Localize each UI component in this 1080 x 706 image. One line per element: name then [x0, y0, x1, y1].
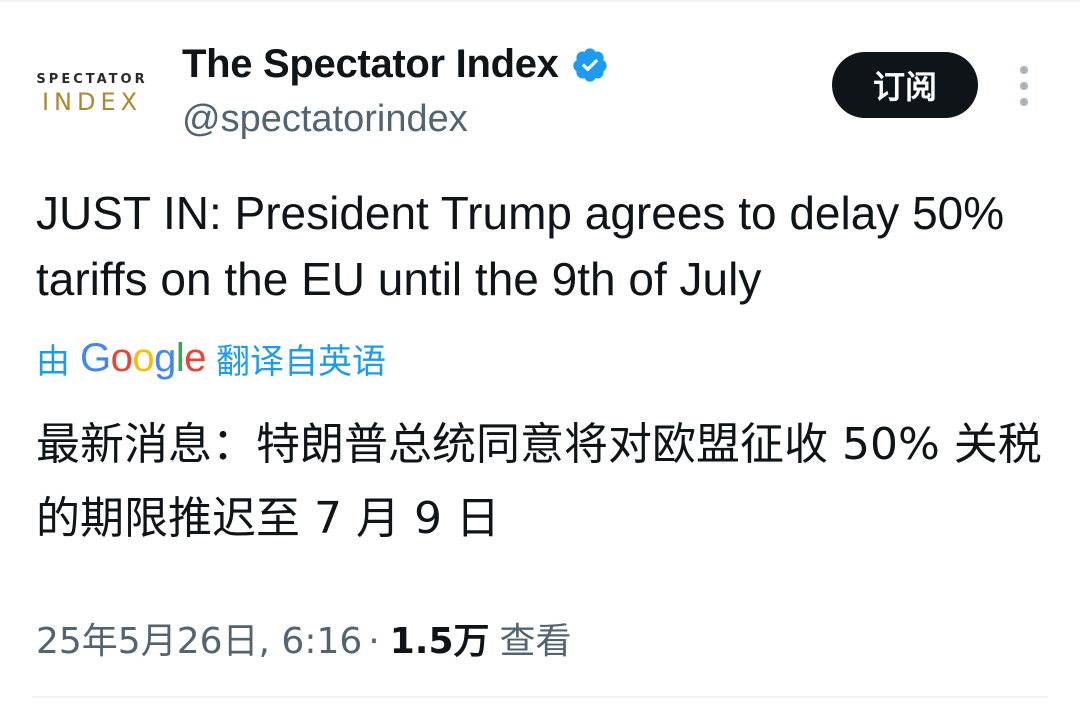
- translate-prefix: 由: [36, 342, 70, 382]
- subscribe-button[interactable]: 订阅: [832, 52, 978, 118]
- avatar-text-bottom: INDEX: [41, 88, 143, 116]
- google-letter: g: [154, 336, 176, 380]
- google-letter: o: [110, 336, 133, 380]
- display-name[interactable]: The Spectator Index: [182, 42, 559, 87]
- more-options-icon[interactable]: [1012, 66, 1036, 106]
- google-letter: o: [132, 336, 155, 380]
- bottom-divider: [32, 696, 1048, 698]
- avatar[interactable]: SPECTATOR INDEX: [34, 54, 150, 134]
- views-count: 1.5万: [389, 621, 490, 662]
- avatar-text-top: SPECTATOR: [36, 72, 148, 87]
- user-handle[interactable]: @spectatorindex: [182, 98, 468, 141]
- name-row: The Spectator Index: [182, 42, 609, 87]
- meta-separator: ·: [368, 621, 380, 662]
- dot: [1020, 82, 1028, 90]
- dot: [1020, 66, 1028, 74]
- timestamp[interactable]: 25年5月26日, 6:16: [36, 612, 362, 664]
- verified-badge-icon: [571, 46, 609, 84]
- google-letter: e: [184, 336, 207, 380]
- google-logo: Google: [80, 336, 207, 381]
- views-label[interactable]: 查看: [500, 612, 572, 664]
- translate-suffix: 翻译自英语: [216, 342, 387, 382]
- dot: [1020, 98, 1028, 106]
- tweet-text: JUST IN: President Trump agrees to delay…: [36, 187, 1005, 305]
- google-letter: l: [175, 336, 185, 380]
- tweet-meta: 25年5月26日, 6:16 · 1.5万 查看: [36, 612, 572, 664]
- translation-attribution[interactable]: 由 Google 翻译自英语: [36, 334, 386, 383]
- translated-tweet-text: 最新消息：特朗普总统同意将对欧盟征收 50% 关税的期限推迟至 7 月 9 日: [36, 419, 1042, 544]
- tweet-header: SPECTATOR INDEX The Spectator Index @spe…: [0, 0, 1080, 170]
- google-letter: G: [80, 336, 111, 380]
